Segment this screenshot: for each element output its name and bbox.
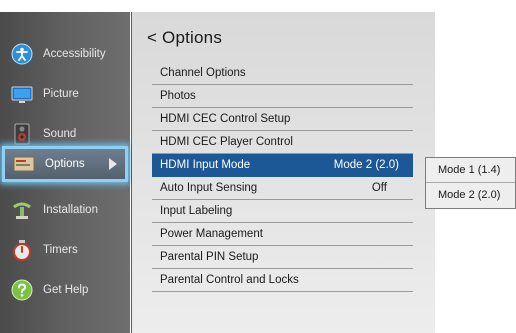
sidebar-item-label: Picture	[43, 88, 79, 100]
menu-item-label: HDMI CEC Control Setup	[160, 113, 291, 125]
menu-item-hdmi-input-mode[interactable]: HDMI Input Mode Mode 2 (2.0)	[152, 154, 413, 177]
sidebar-item-label: Timers	[43, 244, 78, 256]
menu-item-label: Parental PIN Setup	[160, 251, 259, 263]
sidebar-item-picture[interactable]: Picture	[0, 74, 130, 114]
menu-item-auto-input-sensing[interactable]: Auto Input Sensing Off	[152, 177, 413, 200]
submenu-option-mode-1[interactable]: Mode 1 (1.4)	[426, 158, 515, 182]
picture-monitor-icon	[11, 83, 33, 105]
menu-item-hdmi-cec-player-control[interactable]: HDMI CEC Player Control	[152, 131, 413, 154]
menu-item-parental-control-and-locks[interactable]: Parental Control and Locks	[152, 269, 413, 292]
menu-item-value: Off	[371, 182, 387, 194]
sidebar-item-installation[interactable]: Installation	[0, 190, 130, 230]
sidebar-item-label: Sound	[43, 128, 77, 140]
sidebar: Accessibility Picture Sound Options Inst…	[0, 12, 130, 333]
menu-item-label: Parental Control and Locks	[160, 274, 299, 286]
hdmi-mode-submenu: Mode 1 (1.4) Mode 2 (2.0)	[425, 157, 516, 209]
menu-item-label: Channel Options	[160, 67, 246, 79]
menu-item-label: HDMI CEC Player Control	[160, 136, 293, 148]
sidebar-item-label: Installation	[43, 204, 98, 216]
submenu-option-mode-2[interactable]: Mode 2 (2.0)	[426, 182, 515, 207]
menu-item-value: Mode 2 (2.0)	[333, 159, 399, 171]
menu-item-input-labeling[interactable]: Input Labeling	[152, 200, 413, 223]
help-icon	[11, 279, 33, 301]
page-title[interactable]: < Options	[147, 28, 222, 48]
options-menu: Channel Options Photos HDMI CEC Control …	[152, 62, 413, 292]
sidebar-item-accessibility[interactable]: Accessibility	[0, 34, 130, 74]
menu-item-label: Input Labeling	[160, 205, 233, 217]
menu-item-hdmi-cec-control-setup[interactable]: HDMI CEC Control Setup	[152, 108, 413, 131]
menu-item-channel-options[interactable]: Channel Options	[152, 62, 413, 85]
menu-item-label: HDMI Input Mode	[160, 159, 251, 171]
menu-item-photos[interactable]: Photos	[152, 85, 413, 108]
timer-icon	[11, 239, 33, 261]
sidebar-item-timers[interactable]: Timers	[0, 230, 130, 270]
sidebar-item-label: Options	[45, 158, 85, 170]
menu-item-label: Power Management	[160, 228, 263, 240]
menu-item-label: Auto Input Sensing	[160, 182, 258, 194]
sidebar-item-label: Accessibility	[43, 48, 106, 60]
options-panel-icon	[13, 153, 35, 175]
accessibility-icon	[11, 43, 33, 65]
menu-item-power-management[interactable]: Power Management	[152, 223, 413, 246]
installation-icon	[11, 199, 33, 221]
sidebar-item-options[interactable]: Options	[2, 146, 128, 182]
speaker-icon	[11, 123, 33, 145]
sidebar-item-label: Get Help	[43, 284, 89, 296]
chevron-right-icon	[109, 158, 117, 170]
sidebar-item-get-help[interactable]: Get Help	[0, 270, 130, 310]
menu-item-label: Photos	[160, 90, 196, 102]
menu-item-parental-pin-setup[interactable]: Parental PIN Setup	[152, 246, 413, 269]
